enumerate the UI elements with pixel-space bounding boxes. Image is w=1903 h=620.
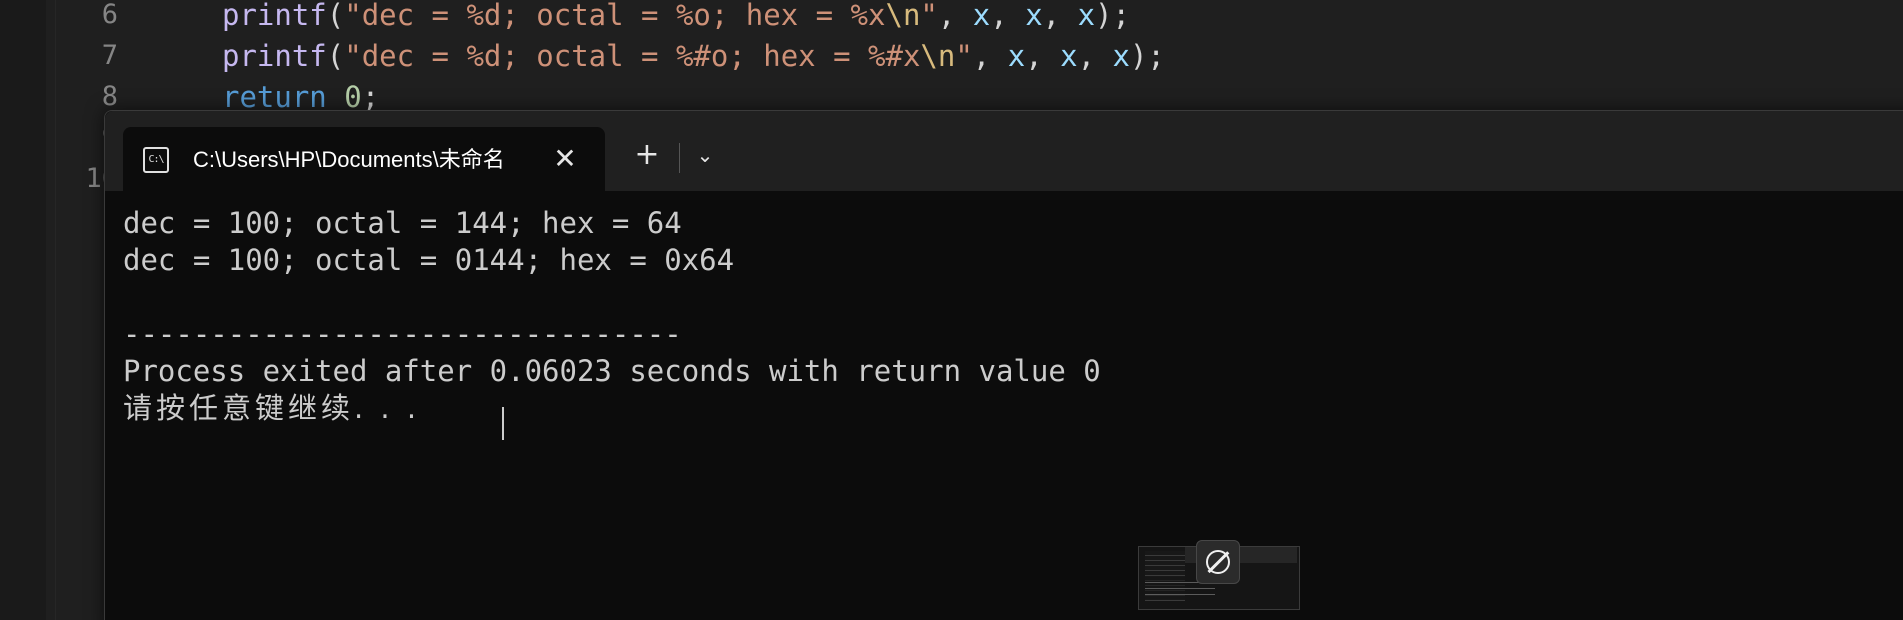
variable: x: [1060, 39, 1078, 73]
gutter-divider: [55, 0, 56, 620]
variable: x: [1112, 39, 1130, 73]
cmd-icon: C:\: [143, 147, 169, 173]
punctuation: ,: [1077, 39, 1113, 73]
keyword: return: [222, 80, 327, 114]
variable: x: [972, 0, 991, 32]
punctuation: );: [1095, 0, 1130, 32]
screen: 6 7 8 9 10 printf("dec = %d; octal = %o;…: [0, 0, 1903, 620]
terminal-tab[interactable]: C:\ C:\Users\HP\Documents\未命名 ✕: [123, 127, 605, 191]
line-number: 7: [101, 40, 118, 71]
tab-title: C:\Users\HP\Documents\未命名: [193, 147, 505, 172]
escape-sequence: \n: [885, 0, 921, 32]
function-name: printf: [222, 0, 327, 32]
escape-sequence: \n: [920, 39, 956, 73]
variable: x: [1077, 0, 1096, 32]
number-literal: 0: [344, 80, 362, 114]
output-line: dec = 100; octal = 0144; hex = 0x64: [123, 243, 735, 277]
string-literal: "dec = %d; octal = %#o; hex = %#x: [344, 39, 921, 73]
output-prompt: 请按任意键继续. . .: [123, 391, 421, 425]
line-number: 6: [101, 0, 118, 30]
block-button[interactable]: [1196, 540, 1240, 584]
code-line-6[interactable]: printf("dec = %d; octal = %o; hex = %x\n…: [222, 0, 1130, 35]
titlebar-divider: [679, 143, 680, 173]
punctuation: ,: [972, 39, 1008, 73]
punctuation: ,: [937, 0, 973, 32]
punctuation: ,: [1042, 0, 1078, 32]
string-literal: ": [955, 39, 973, 73]
code-line-7[interactable]: printf("dec = %d; octal = %#o; hex = %#x…: [222, 36, 1165, 76]
string-literal: ": [920, 0, 938, 32]
terminal-output[interactable]: dec = 100; octal = 144; hex = 64 dec = 1…: [123, 205, 1903, 620]
terminal-titlebar[interactable]: C:\ C:\Users\HP\Documents\未命名 ✕ + ⌄: [105, 111, 1903, 191]
text-cursor: [502, 407, 504, 440]
terminal-window[interactable]: C:\ C:\Users\HP\Documents\未命名 ✕ + ⌄ dec …: [104, 110, 1903, 620]
editor-side-strip: [0, 0, 46, 620]
punctuation: ,: [1025, 39, 1061, 73]
punctuation: (: [326, 39, 345, 73]
output-line: Process exited after 0.06023 seconds wit…: [123, 354, 1101, 388]
output-line: dec = 100; octal = 144; hex = 64: [123, 206, 682, 240]
output-separator: --------------------------------: [123, 317, 682, 351]
chevron-down-icon[interactable]: ⌄: [683, 135, 727, 175]
punctuation: );: [1129, 39, 1165, 73]
close-icon[interactable]: ✕: [549, 143, 581, 175]
variable: x: [1025, 0, 1043, 32]
function-name: printf: [222, 39, 327, 73]
punctuation: ,: [990, 0, 1026, 32]
plus-icon[interactable]: +: [625, 135, 669, 175]
variable: x: [1007, 39, 1026, 73]
punctuation: (: [326, 0, 345, 32]
string-literal: "dec = %d; octal = %o; hex = %x: [344, 0, 886, 32]
punctuation: ;: [361, 80, 380, 114]
